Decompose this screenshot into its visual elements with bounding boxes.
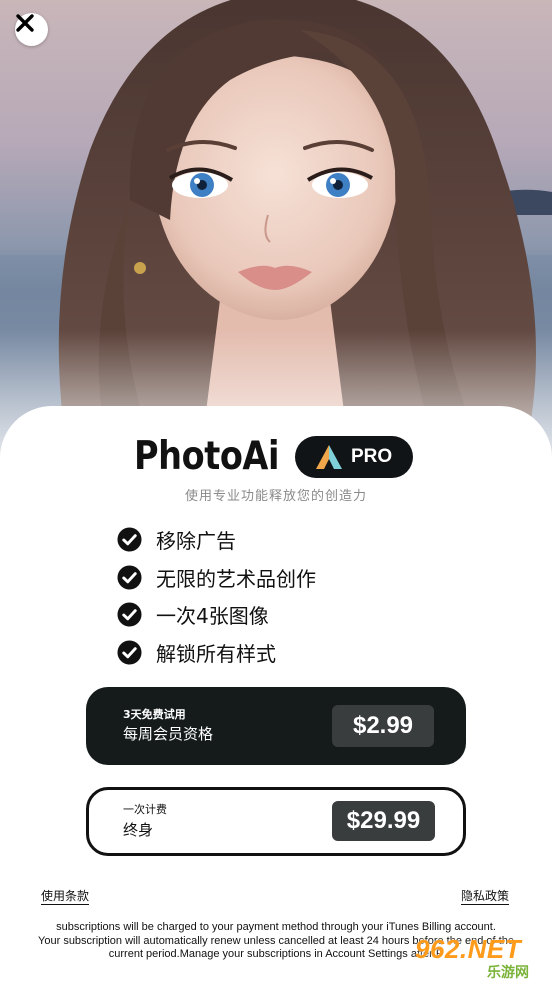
close-icon	[16, 14, 34, 32]
feature-item: 解锁所有样式	[117, 634, 316, 672]
plan-trial-label: 3天免费试用	[123, 708, 186, 721]
check-circle-icon	[117, 640, 142, 665]
feature-label: 无限的艺术品创作	[156, 566, 316, 591]
feature-label: 解锁所有样式	[156, 641, 276, 666]
plan-weekly-option[interactable]: 3天免费试用 每周会员资格 $2.99	[86, 687, 466, 765]
feature-label: 移除广告	[156, 529, 236, 554]
plan-price: $2.99	[332, 705, 434, 747]
triangle-logo-icon	[316, 445, 342, 469]
pro-label: PRO	[351, 446, 393, 467]
portrait-illustration	[0, 0, 552, 470]
plan-name: 终身	[123, 821, 154, 839]
check-circle-icon	[117, 527, 142, 552]
feature-item: 一次4张图像	[117, 596, 316, 634]
plan-name: 每周会员资格	[123, 725, 214, 743]
site-watermark: 962.NET 乐游网	[415, 934, 547, 981]
tagline: 使用专业功能释放您的创造力	[184, 489, 367, 504]
check-circle-icon	[117, 565, 142, 590]
feature-item: 无限的艺术品创作	[117, 559, 316, 597]
pro-badge: PRO	[295, 436, 413, 478]
hero-illustration	[0, 0, 552, 470]
plan-lifetime-option[interactable]: 一次计费 终身 $29.99	[86, 787, 466, 856]
terms-link[interactable]: 使用条款	[41, 887, 89, 904]
plan-billing-label: 一次计费	[123, 803, 167, 816]
watermark-bottom: 乐游网	[487, 965, 529, 981]
plan-price: $29.99	[332, 801, 435, 841]
check-circle-icon	[117, 602, 142, 627]
privacy-link[interactable]: 隐私政策	[461, 887, 509, 904]
close-button[interactable]	[15, 13, 48, 46]
watermark-top: 962.NET	[415, 934, 522, 964]
brand-row: PhotoAi PRO	[0, 435, 552, 479]
feature-label: 一次4张图像	[156, 604, 269, 629]
app-name: PhotoAi	[134, 434, 280, 479]
legal-line: subscriptions will be charged to your pa…	[56, 921, 496, 933]
feature-item: 移除广告	[117, 521, 316, 559]
feature-list: 移除广告 无限的艺术品创作 一次4张图像 解锁所有样式	[117, 521, 316, 671]
